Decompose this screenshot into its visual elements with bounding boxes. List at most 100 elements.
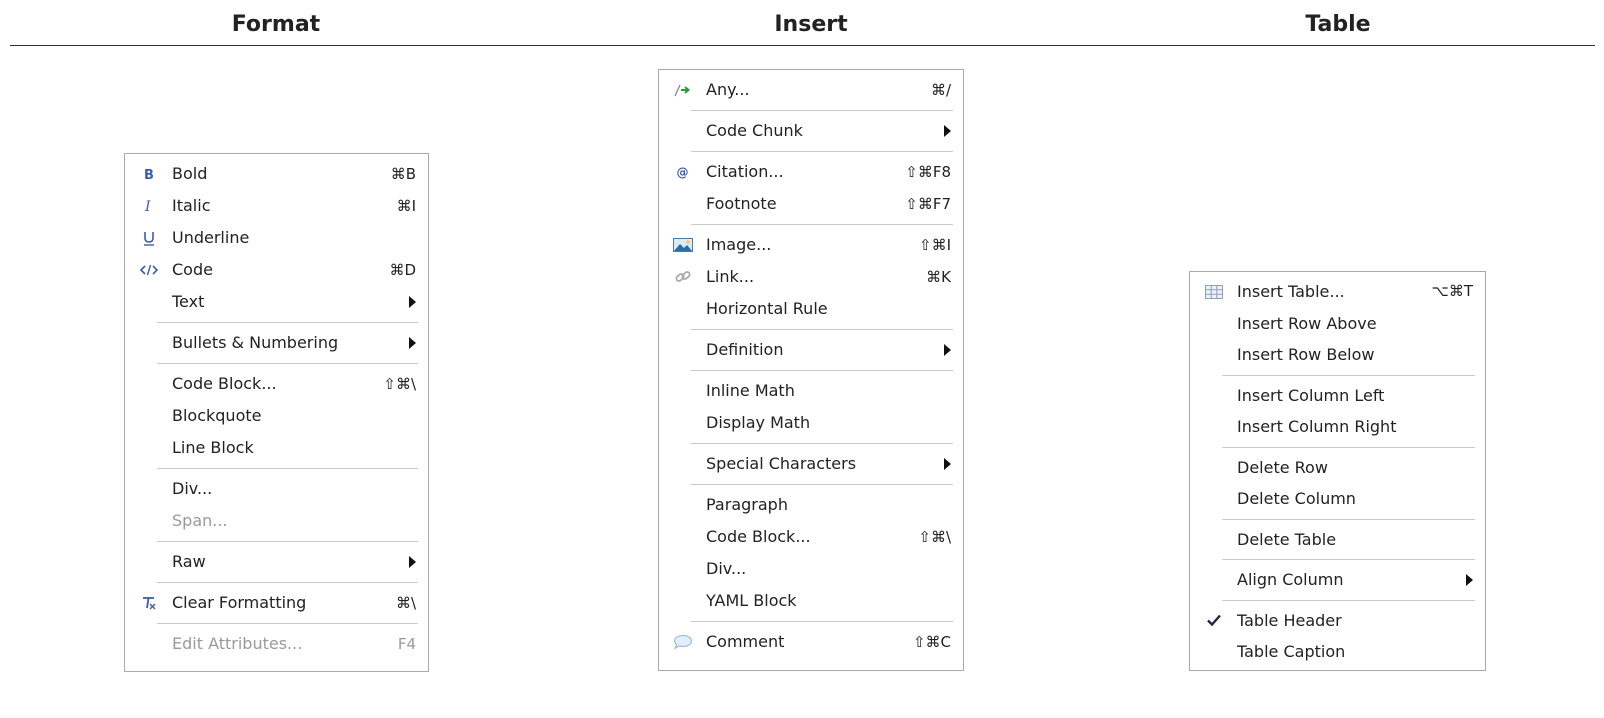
menu-item-label: Code — [172, 260, 213, 279]
menu-item-shortcut: ⇧⌘C — [912, 633, 951, 651]
menu-item-label: Blockquote — [172, 406, 262, 425]
menu-item-citation[interactable]: @ Citation... ⇧⌘F8 — [659, 156, 963, 188]
menu-separator — [1222, 599, 1475, 601]
menu-item-label: Clear Formatting — [172, 593, 307, 612]
any-insert-icon — [671, 74, 695, 106]
menu-item-edit-attributes: Edit Attributes... F4 — [125, 628, 428, 660]
menu-item-label: Underline — [172, 228, 250, 247]
menu-item-label: Any... — [706, 80, 750, 99]
menu-item-label: Footnote — [706, 194, 777, 213]
menu-separator — [157, 623, 418, 624]
submenu-arrow-icon — [944, 125, 951, 137]
menu-item-label: Insert Column Right — [1237, 417, 1397, 436]
menu-item-horizontal-rule[interactable]: Horizontal Rule — [659, 293, 963, 325]
menu-item-definition[interactable]: Definition — [659, 334, 963, 366]
menu-item-clear-formatting[interactable]: Clear Formatting ⌘\ — [125, 587, 428, 619]
menu-separator — [157, 468, 418, 469]
clear-formatting-icon — [137, 587, 161, 619]
menu-item-footnote[interactable]: Footnote ⇧⌘F7 — [659, 188, 963, 220]
submenu-arrow-icon — [1466, 573, 1473, 586]
menu-item-span: Span... — [125, 505, 428, 537]
menu-item-label: YAML Block — [706, 591, 797, 610]
menu-separator — [691, 224, 953, 225]
menu-item-delete-table[interactable]: Delete Table — [1190, 524, 1485, 556]
menu-item-display-math[interactable]: Display Math — [659, 407, 963, 439]
menu-item-code-chunk[interactable]: Code Chunk — [659, 115, 963, 147]
menu-item-insert-table[interactable]: Insert Table... ⌥⌘T — [1190, 276, 1485, 308]
menu-item-italic[interactable]: I Italic ⌘I — [125, 190, 428, 222]
menu-item-bullets-numbering[interactable]: Bullets & Numbering — [125, 327, 428, 359]
menu-item-table-header[interactable]: Table Header — [1190, 605, 1485, 637]
menu-item-text[interactable]: Text — [125, 286, 428, 318]
menu-separator — [1222, 374, 1475, 376]
menu-item-label: Display Math — [706, 413, 811, 432]
menu-item-shortcut: ⌘I — [396, 197, 416, 215]
menu-item-special-characters[interactable]: Special Characters — [659, 448, 963, 480]
menu-separator — [691, 443, 953, 444]
menu-item-label: Div... — [706, 559, 747, 578]
menu-item-label: Link... — [706, 267, 755, 286]
svg-text:B: B — [144, 168, 154, 181]
menu-item-table-caption[interactable]: Table Caption — [1190, 636, 1485, 668]
menu-item-label: Comment — [706, 632, 785, 651]
menu-item-shortcut: F4 — [397, 635, 416, 653]
menu-separator — [1222, 446, 1475, 448]
underline-icon — [137, 222, 161, 254]
menu-item-insert-column-right[interactable]: Insert Column Right — [1190, 411, 1485, 443]
menu-item-delete-row[interactable]: Delete Row — [1190, 452, 1485, 484]
menu-item-label: Image... — [706, 235, 772, 254]
menu-item-div[interactable]: Div... — [659, 553, 963, 585]
menu-item-label: Insert Row Above — [1237, 313, 1377, 333]
menu-item-label: Raw — [172, 552, 206, 571]
menu-item-code-block[interactable]: Code Block... ⇧⌘\ — [125, 368, 428, 400]
menu-item-align-column[interactable]: Align Column — [1190, 564, 1485, 596]
menu-separator — [157, 541, 418, 542]
menu-item-shortcut: ⌘D — [389, 261, 416, 279]
menu-item-label: Citation... — [706, 162, 784, 181]
menu-item-label: Table Caption — [1237, 642, 1346, 661]
menu-item-paragraph[interactable]: Paragraph — [659, 489, 963, 521]
menu-item-raw[interactable]: Raw — [125, 546, 428, 578]
submenu-arrow-icon — [944, 344, 951, 356]
menu-item-bold[interactable]: B Bold ⌘B — [125, 158, 428, 190]
menu-item-inline-math[interactable]: Inline Math — [659, 375, 963, 407]
menu-item-yaml-block[interactable]: YAML Block — [659, 585, 963, 617]
menu-item-label: Delete Row — [1237, 457, 1328, 477]
table-icon — [1202, 276, 1226, 308]
menu-item-underline[interactable]: Underline — [125, 222, 428, 254]
menu-item-shortcut: ⌘K — [926, 268, 951, 286]
menu-item-blockquote[interactable]: Blockquote — [125, 400, 428, 432]
menu-separator — [691, 110, 953, 111]
menu-item-label: Special Characters — [706, 454, 857, 473]
menu-separator — [691, 484, 953, 485]
menu-item-line-block[interactable]: Line Block — [125, 432, 428, 464]
menu-item-label: Table Header — [1237, 610, 1342, 630]
menu-item-comment[interactable]: Comment ⇧⌘C — [659, 626, 963, 658]
menu-item-code-block[interactable]: Code Block... ⇧⌘\ — [659, 521, 963, 553]
menu-item-insert-row-above[interactable]: Insert Row Above — [1190, 308, 1485, 340]
menu-item-label: Align Column — [1237, 570, 1344, 589]
menu-item-label: Horizontal Rule — [706, 299, 828, 318]
menu-item-label: Definition — [706, 340, 784, 359]
table-menu: Insert Table... ⌥⌘T Insert Row Above Ins… — [1189, 271, 1486, 671]
menu-item-insert-row-below[interactable]: Insert Row Below — [1190, 339, 1485, 371]
menu-item-shortcut: ⇧⌘F8 — [905, 163, 951, 181]
insert-column-header: Insert — [774, 12, 848, 37]
menu-item-image[interactable]: Image... ⇧⌘I — [659, 229, 963, 261]
menu-item-label: Bold — [172, 164, 208, 183]
menu-item-delete-column[interactable]: Delete Column — [1190, 483, 1485, 515]
menu-item-shortcut: ⌘B — [390, 165, 416, 183]
menu-item-insert-column-left[interactable]: Insert Column Left — [1190, 380, 1485, 412]
menu-item-shortcut: ⌥⌘T — [1431, 282, 1473, 300]
image-icon — [671, 229, 695, 261]
table-column-header: Table — [1305, 12, 1371, 37]
italic-icon: I — [137, 190, 161, 222]
menu-item-code[interactable]: Code ⌘D — [125, 254, 428, 286]
menu-item-label: Text — [172, 292, 205, 311]
menu-item-shortcut: ⇧⌘I — [919, 236, 951, 254]
menu-item-any[interactable]: Any... ⌘/ — [659, 74, 963, 106]
menu-item-link[interactable]: Link... ⌘K — [659, 261, 963, 293]
menu-item-label: Code Block... — [172, 374, 277, 393]
menu-item-div[interactable]: Div... — [125, 473, 428, 505]
submenu-arrow-icon — [409, 556, 416, 568]
